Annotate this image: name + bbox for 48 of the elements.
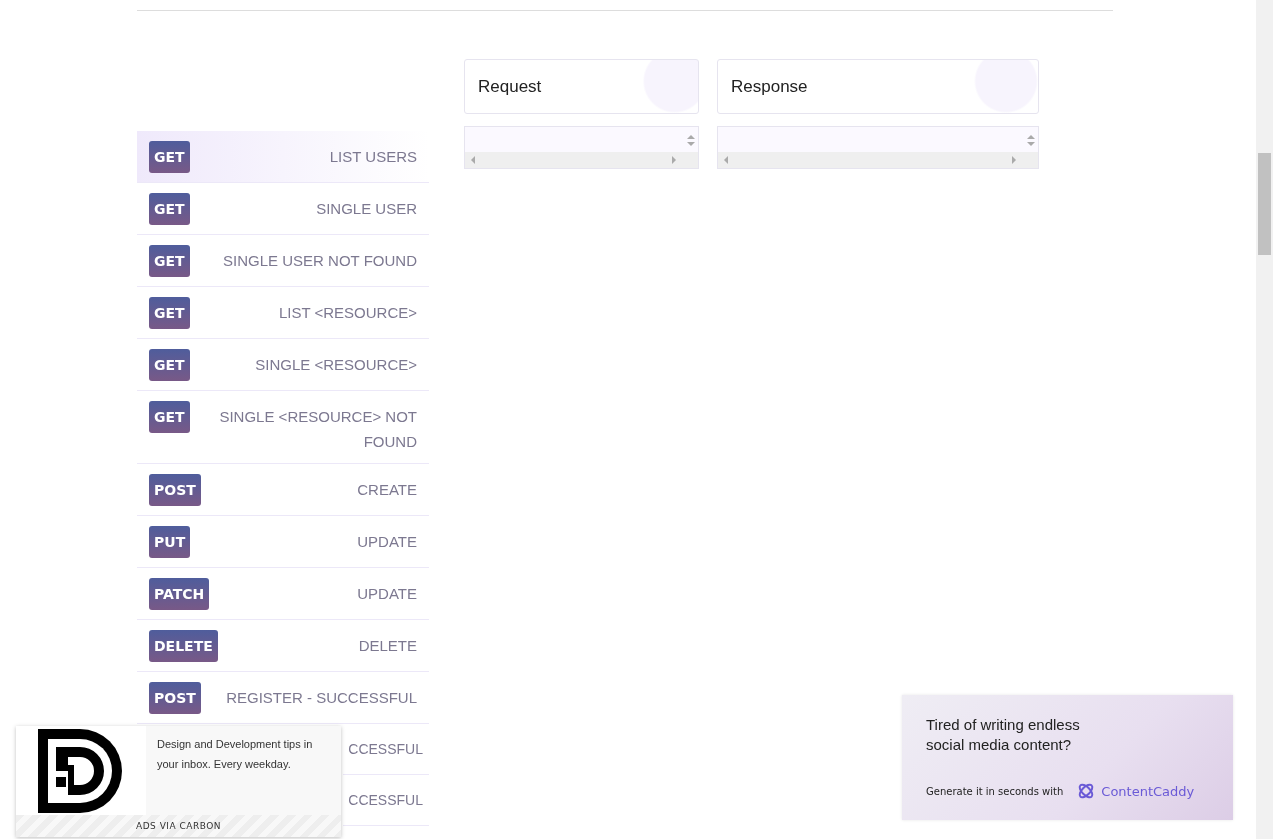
method-badge: GET xyxy=(149,141,190,173)
endpoint-item[interactable]: POST REGISTER - SUCCESSFUL xyxy=(137,672,429,724)
endpoint-label: SINGLE USER xyxy=(316,199,417,219)
endpoint-label: REGISTER - SUCCESSFUL xyxy=(226,688,417,708)
ad-headline: Tired of writing endless social media content? xyxy=(926,715,1081,755)
method-badge: POST xyxy=(149,682,201,714)
method-badge: GET xyxy=(149,193,190,225)
method-badge: DELETE xyxy=(149,630,218,662)
method-badge: PUT xyxy=(149,526,191,558)
endpoint-item[interactable]: GET SINGLE <RESOURCE> NOT FOUND xyxy=(137,391,429,464)
endpoint-item[interactable]: DELETE DELETE xyxy=(137,620,429,672)
ad-footer[interactable]: ADS VIA CARBON xyxy=(136,821,221,831)
endpoint-label: LIST USERS xyxy=(329,147,417,167)
endpoint-label: CCESSFUL xyxy=(348,740,423,759)
method-badge: PATCH xyxy=(149,578,210,610)
request-title: Request xyxy=(478,76,542,97)
endpoint-label: SINGLE <RESOURCE> NOT FOUND xyxy=(218,407,417,452)
method-badge: GET xyxy=(149,349,190,381)
ad-text[interactable]: Design and Development tips in your inbox. Every weekday. xyxy=(146,726,341,815)
method-badge: POST xyxy=(149,474,201,506)
ad-tagline: Generate it in seconds with xyxy=(926,785,1064,797)
endpoint-item[interactable]: CCESSFUL xyxy=(343,775,429,826)
promo-ad[interactable]: Tired of writing endless social media content? Generate it in seconds with ContentCaddy xyxy=(902,695,1233,820)
method-badge: GET xyxy=(149,401,190,433)
endpoint-item[interactable]: POST CREATE xyxy=(137,464,429,516)
endpoint-label: UPDATE xyxy=(357,532,417,552)
endpoint-label: CCESSFUL xyxy=(348,791,423,810)
endpoint-item[interactable]: CCESSFUL xyxy=(343,724,429,775)
endpoint-label: SINGLE USER NOT FOUND xyxy=(223,251,417,271)
endpoint-item[interactable]: PATCH UPDATE xyxy=(137,568,429,620)
endpoint-label: CREATE xyxy=(357,480,417,500)
endpoint-label: UPDATE xyxy=(357,584,417,604)
endpoint-item[interactable]: GET LIST <RESOURCE> xyxy=(137,287,429,339)
endpoint-label: DELETE xyxy=(358,636,417,656)
endpoint-label: LIST <RESOURCE> xyxy=(278,303,417,323)
endpoint-item[interactable]: GET LIST USERS xyxy=(137,131,429,183)
method-badge: GET xyxy=(149,245,190,277)
brand-name[interactable]: ContentCaddy xyxy=(1101,783,1195,799)
endpoint-item[interactable]: GET SINGLE <RESOURCE> xyxy=(137,339,429,391)
endpoint-item[interactable]: GET SINGLE USER xyxy=(137,183,429,235)
method-badge: GET xyxy=(149,297,190,329)
atom-icon xyxy=(1077,782,1096,800)
endpoint-item[interactable]: PUT UPDATE xyxy=(137,516,429,568)
carbon-ad[interactable]: Design and Development tips in your inbox. Every weekday. ADS VIA CARBON xyxy=(16,726,341,837)
scrollbar[interactable] xyxy=(1256,0,1273,839)
endpoint-label: SINGLE <RESOURCE> xyxy=(255,355,417,375)
endpoint-item[interactable]: GET SINGLE USER NOT FOUND xyxy=(137,235,429,287)
response-title: Response xyxy=(731,76,808,97)
